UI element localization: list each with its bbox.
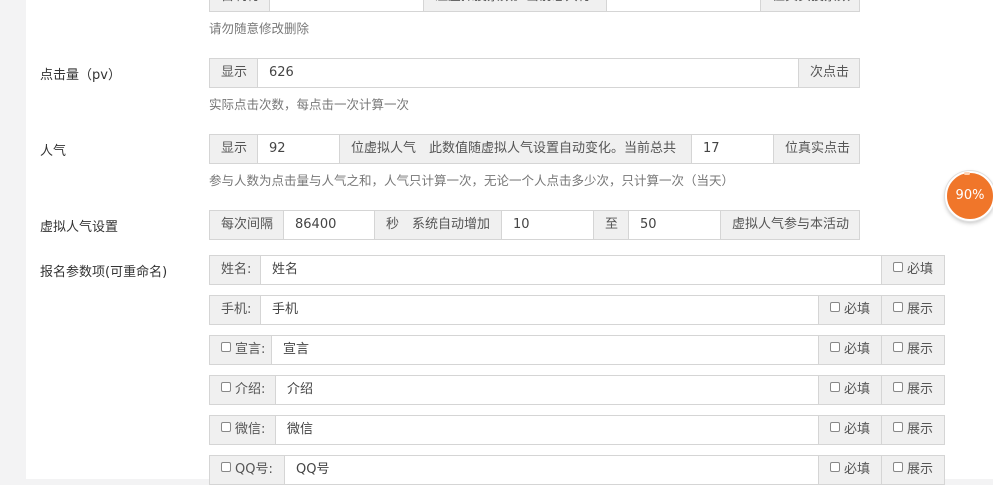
param-declaration-show[interactable]: 展示	[882, 335, 945, 365]
vote-middle-addon: 溢虚拟投票数。当前总共行	[424, 0, 607, 12]
vote-help-text: 请勿随意修改删除	[209, 21, 310, 36]
interval-addon: 每次间隔	[209, 210, 284, 240]
signup-params-label: 报名参数项(可重命名)	[40, 265, 168, 280]
param-intro-show[interactable]: 展示	[882, 375, 945, 405]
show-text: 展示	[907, 422, 934, 437]
required-text: 必填	[844, 422, 871, 437]
virtual-vote-input[interactable]: 0	[270, 0, 424, 12]
progress-badge-highlight	[964, 172, 970, 175]
param-name-required[interactable]: 必填	[882, 255, 945, 285]
popularity-row: 显示 92 位虚拟人气 此数值随虚拟人气设置自动变化。当前总共 17 位真实点击	[209, 134, 860, 164]
clicks-help-text: 实际点击次数，每点击一次计算一次	[209, 97, 410, 112]
virtual-popularity-label: 虚拟人气设置	[40, 220, 119, 235]
vote-prefix-addon: 自制行	[209, 0, 270, 12]
param-intro-label[interactable]: 介绍:	[209, 375, 276, 405]
param-phone-label: 手机:	[209, 295, 261, 325]
show-text: 展示	[907, 302, 934, 317]
param-qq-label[interactable]: QQ号:	[209, 455, 285, 485]
checkbox-icon[interactable]	[221, 422, 231, 432]
clicks-row: 显示 626 次点击	[209, 58, 860, 88]
param-declaration-required[interactable]: 必填	[819, 335, 882, 365]
param-wechat-label[interactable]: 微信:	[209, 415, 276, 445]
checkbox-icon[interactable]	[221, 342, 231, 352]
to-addon: 至	[594, 210, 629, 240]
popularity-input[interactable]: 92	[258, 134, 340, 164]
popularity-label: 人气	[40, 144, 67, 159]
checkbox-icon[interactable]	[221, 462, 231, 472]
unit-addon: 秒 系统自动增加	[375, 210, 502, 240]
show-text: 展示	[907, 382, 934, 397]
show-text: 展示	[907, 462, 934, 477]
param-intro-required[interactable]: 必填	[819, 375, 882, 405]
required-text: 必填	[907, 262, 934, 277]
max-increase-input[interactable]: 50	[629, 210, 721, 240]
checkbox-icon[interactable]	[830, 422, 840, 432]
param-name-input[interactable]: 姓名	[261, 255, 882, 285]
clicks-prefix-addon: 显示	[209, 58, 258, 88]
checkbox-icon[interactable]	[893, 462, 903, 472]
param-wechat-required[interactable]: 必填	[819, 415, 882, 445]
checkbox-icon[interactable]	[830, 342, 840, 352]
param-phone-required[interactable]: 必填	[819, 295, 882, 325]
checkbox-icon[interactable]	[893, 342, 903, 352]
param-qq-required[interactable]: 必填	[819, 455, 882, 485]
vote-suffix-addon: 位真实投票数	[761, 0, 860, 12]
param-row-intro: 介绍: 介绍 必填 展示	[209, 375, 945, 405]
param-row-name: 姓名: 姓名 必填	[209, 255, 945, 285]
param-phone-show[interactable]: 展示	[882, 295, 945, 325]
param-declaration-label[interactable]: 宣言:	[209, 335, 272, 365]
clicks-suffix-addon: 次点击	[799, 58, 860, 88]
min-increase-input[interactable]: 10	[502, 210, 594, 240]
progress-badge[interactable]: 90%	[945, 171, 993, 221]
required-text: 必填	[844, 462, 871, 477]
real-vote-input[interactable]: 7	[607, 0, 761, 12]
real-clicks-input[interactable]: 17	[692, 134, 774, 164]
param-qq-input[interactable]: QQ号	[285, 455, 819, 485]
required-text: 必填	[844, 342, 871, 357]
param-intro-input[interactable]: 介绍	[276, 375, 819, 405]
vote-count-row: 自制行 0 溢虚拟投票数。当前总共行 7 位真实投票数	[209, 0, 860, 12]
param-row-wechat: 微信: 微信 必填 展示	[209, 415, 945, 445]
param-row-declaration: 宣言: 宣言 必填 展示	[209, 335, 945, 365]
param-wechat-input[interactable]: 微信	[276, 415, 819, 445]
required-text: 必填	[844, 382, 871, 397]
interval-input[interactable]: 86400	[284, 210, 375, 240]
show-text: 展示	[907, 342, 934, 357]
clicks-label: 点击量（pv）	[40, 68, 121, 83]
popularity-suffix-addon: 位真实点击	[774, 134, 860, 164]
checkbox-icon[interactable]	[893, 262, 903, 272]
clicks-input[interactable]: 626	[258, 58, 799, 88]
checkbox-icon[interactable]	[830, 382, 840, 392]
param-name-label: 姓名:	[209, 255, 261, 285]
popularity-help-text: 参与人数为点击量与人气之和，人气只计算一次，无论一个人点击多少次，只计算一次（当…	[209, 173, 735, 188]
virtual-suffix-addon: 虚拟人气参与本活动	[721, 210, 860, 240]
checkbox-icon[interactable]	[893, 382, 903, 392]
param-qq-show[interactable]: 展示	[882, 455, 945, 485]
checkbox-icon[interactable]	[830, 462, 840, 472]
virtual-popularity-row: 每次间隔 86400 秒 系统自动增加 10 至 50 虚拟人气参与本活动	[209, 210, 860, 240]
required-text: 必填	[844, 302, 871, 317]
param-declaration-input[interactable]: 宣言	[272, 335, 819, 365]
checkbox-icon[interactable]	[893, 302, 903, 312]
param-row-qq: QQ号: QQ号 必填 展示	[209, 455, 945, 485]
param-row-phone: 手机: 手机 必填 展示	[209, 295, 945, 325]
param-wechat-show[interactable]: 展示	[882, 415, 945, 445]
checkbox-icon[interactable]	[893, 422, 903, 432]
checkbox-icon[interactable]	[830, 302, 840, 312]
checkbox-icon[interactable]	[221, 382, 231, 392]
popularity-middle-addon: 位虚拟人气 此数值随虚拟人气设置自动变化。当前总共	[340, 134, 692, 164]
popularity-prefix-addon: 显示	[209, 134, 258, 164]
param-phone-input[interactable]: 手机	[261, 295, 819, 325]
